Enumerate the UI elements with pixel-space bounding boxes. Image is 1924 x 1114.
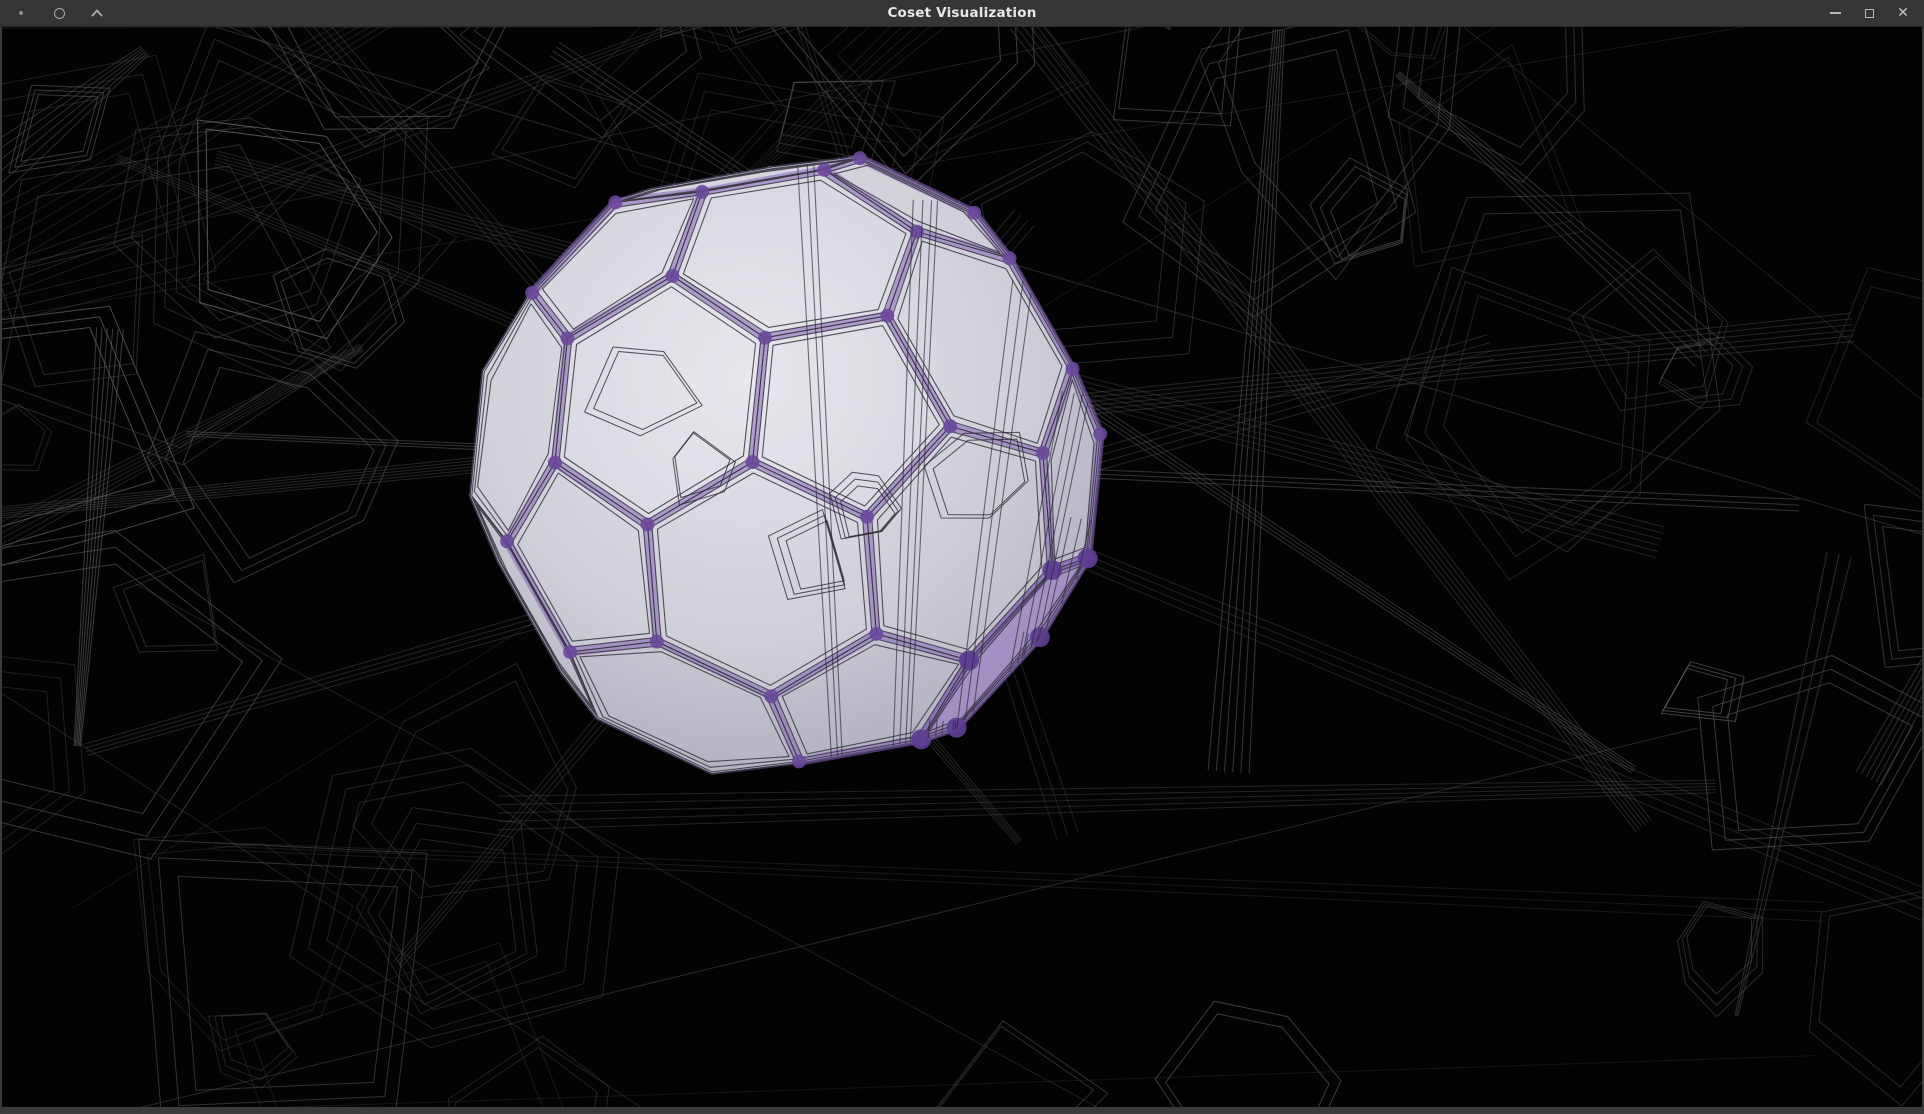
window-bottom-border xyxy=(0,1107,1924,1114)
coset-vertex-marker[interactable] xyxy=(1093,427,1107,441)
coset-vertex-marker[interactable] xyxy=(695,185,709,199)
coset-vertex-marker[interactable] xyxy=(764,689,778,703)
coset-vertex-marker[interactable] xyxy=(665,269,679,283)
coset-vertex-marker[interactable] xyxy=(880,309,894,323)
coset-vertex-marker[interactable] xyxy=(1078,548,1098,568)
circle-menu-icon[interactable] xyxy=(48,2,70,24)
coset-vertex-marker[interactable] xyxy=(758,331,772,345)
coset-vertex-marker[interactable] xyxy=(817,163,831,177)
maximize-button[interactable] xyxy=(1858,2,1880,24)
coset-vertex-marker[interactable] xyxy=(1065,362,1079,376)
titlebar: Coset Visualization ✕ xyxy=(0,0,1924,27)
close-icon: ✕ xyxy=(1897,6,1909,20)
app-dot-icon[interactable] xyxy=(10,2,32,24)
coset-vertex-marker[interactable] xyxy=(650,635,664,649)
close-button[interactable]: ✕ xyxy=(1892,2,1914,24)
coset-vertex-marker[interactable] xyxy=(746,455,760,469)
minimize-button[interactable] xyxy=(1824,2,1846,24)
coset-vertex-marker[interactable] xyxy=(500,534,514,548)
viewport-container xyxy=(0,27,1924,1107)
coset-vertex-marker[interactable] xyxy=(608,195,622,209)
titlebar-left-icons xyxy=(10,2,108,24)
coset-vertex-marker[interactable] xyxy=(525,286,539,300)
coset-vertex-marker[interactable] xyxy=(853,151,867,165)
maximize-icon xyxy=(1865,9,1874,18)
coset-vertex-marker[interactable] xyxy=(563,645,577,659)
coset-vertex-marker[interactable] xyxy=(959,650,979,670)
coset-vertex-marker[interactable] xyxy=(560,331,574,345)
coset-vertex-marker[interactable] xyxy=(943,419,957,433)
window-controls: ✕ xyxy=(1824,2,1914,24)
coset-vertex-marker[interactable] xyxy=(1036,446,1050,460)
coset-vertex-marker[interactable] xyxy=(869,627,883,641)
coset-vertex-marker[interactable] xyxy=(860,510,874,524)
coset-vertex-marker[interactable] xyxy=(967,206,981,220)
coset-3d-viewport[interactable] xyxy=(2,27,1922,1107)
coset-vertex-marker[interactable] xyxy=(548,456,562,470)
minimize-icon xyxy=(1830,12,1841,14)
coset-vertex-marker[interactable] xyxy=(792,754,806,768)
coset-vertex-marker[interactable] xyxy=(1002,251,1016,265)
chevron-up-icon[interactable] xyxy=(86,2,108,24)
coset-vertex-marker[interactable] xyxy=(640,517,654,531)
window-title: Coset Visualization xyxy=(0,5,1924,21)
